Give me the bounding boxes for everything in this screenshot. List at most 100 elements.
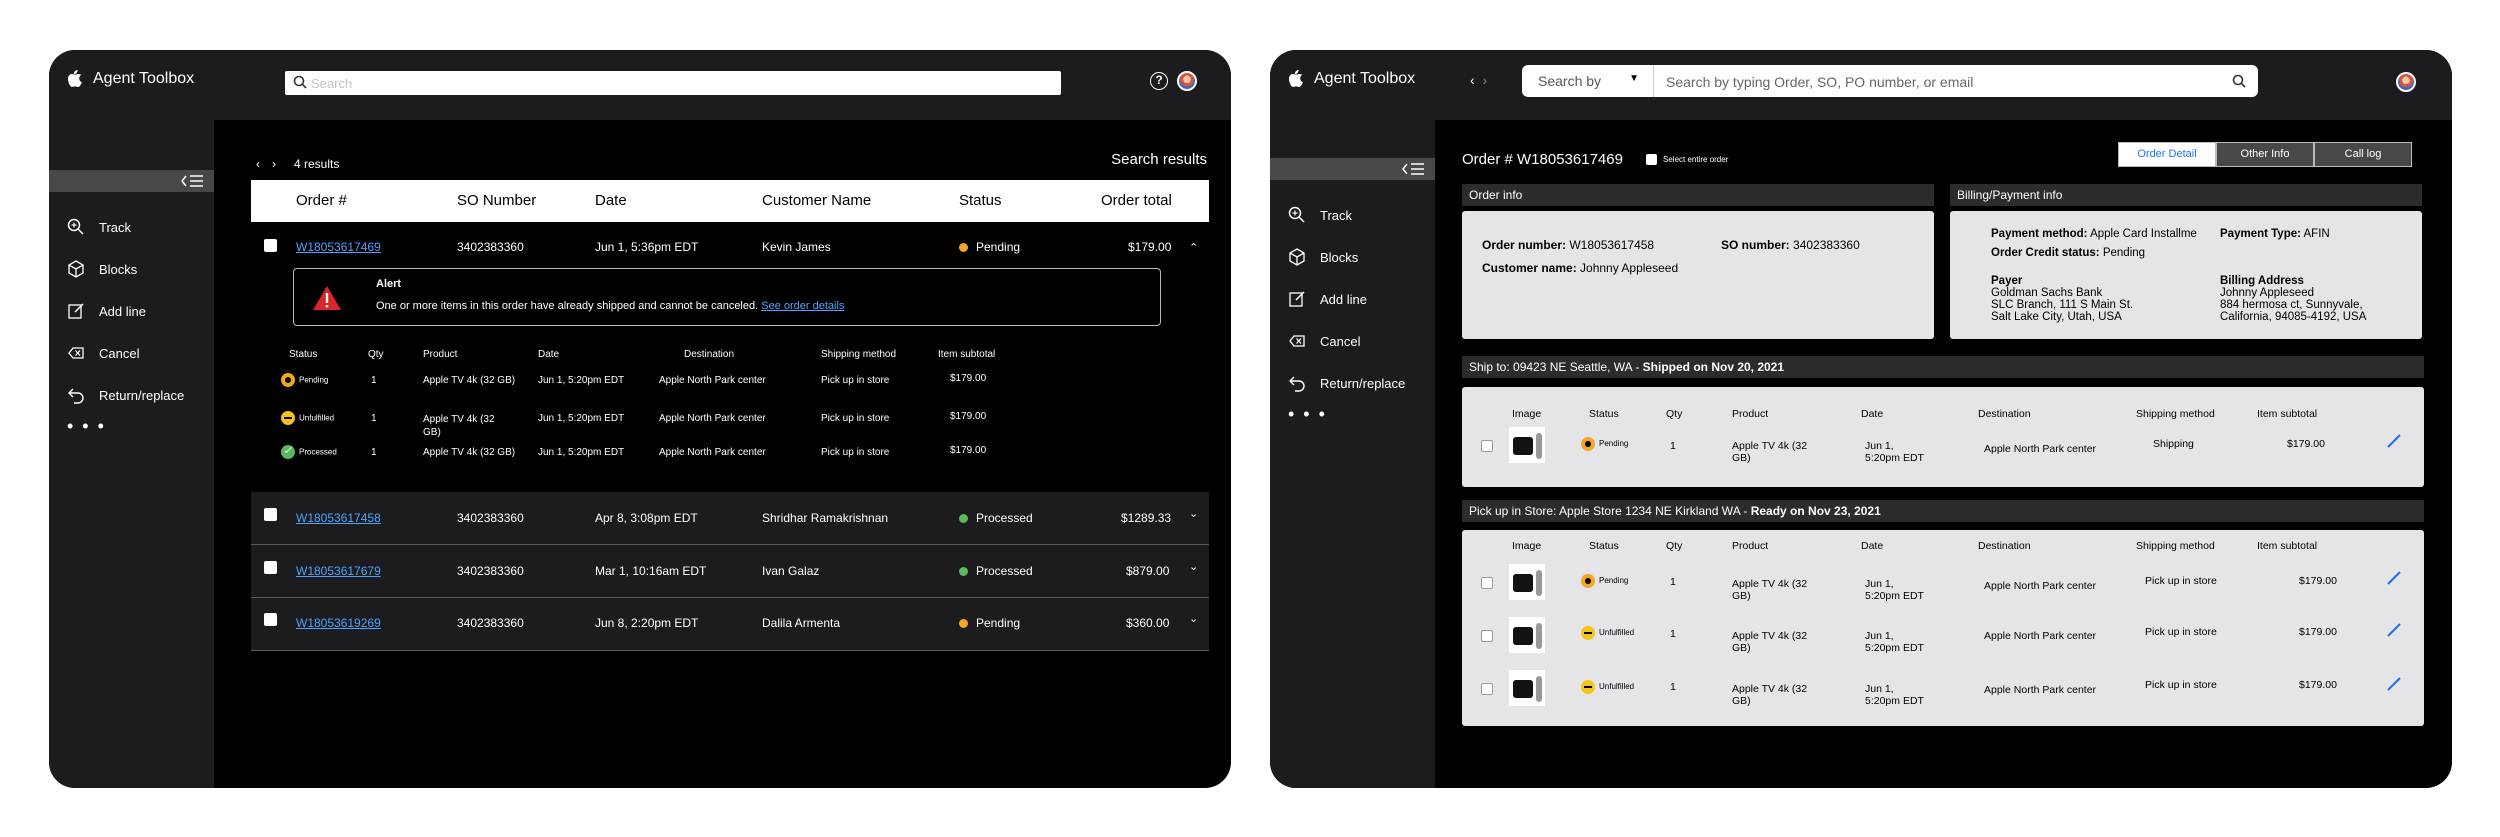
credit-label: Order Credit status: [1991, 247, 2100, 259]
line-qty: 1 [371, 375, 377, 386]
select-all-checkbox[interactable] [1646, 154, 1657, 165]
nav-add-line[interactable]: Add line [1270, 278, 1435, 320]
pagination: ‹ › 4 results [256, 157, 339, 171]
edit-pencil-icon[interactable] [2386, 433, 2402, 449]
select-entire-order[interactable]: Select entire order [1646, 154, 1728, 165]
warning-icon [313, 286, 341, 310]
line-item-row[interactable]: Unfulfilled 1 Apple TV 4k (32 GB) Jun 1,… [281, 409, 1189, 438]
order-link[interactable]: W18053619269 [296, 616, 381, 630]
item-date: Jun 1, 5:20pm EDT [1865, 578, 1924, 602]
row-checkbox[interactable] [264, 239, 277, 252]
item-checkbox[interactable] [1481, 577, 1493, 589]
line-date: Jun 1, 5:20pm EDT [538, 447, 625, 458]
edit-pencil-icon[interactable] [2386, 676, 2402, 692]
help-icon[interactable]: ? [1150, 72, 1168, 90]
see-order-details-link[interactable]: See order details [761, 300, 844, 312]
avatar[interactable] [2396, 72, 2416, 92]
search-input[interactable]: Search [285, 71, 1061, 95]
pickup-items-panel: Image Status Qty Product Date Destinatio… [1462, 530, 2424, 726]
nav-cancel[interactable]: Cancel [1270, 320, 1435, 362]
app-title: Agent Toolbox [93, 70, 195, 87]
nav-blocks[interactable]: Blocks [49, 248, 214, 290]
chevron-up-icon[interactable]: ⌃ [1189, 241, 1198, 254]
avatar[interactable] [1177, 71, 1197, 91]
item-checkbox[interactable] [1481, 630, 1493, 642]
item-qty: 1 [1670, 440, 1676, 452]
more-menu-icon[interactable]: • • • [1270, 404, 1435, 425]
edit-pencil-icon[interactable] [2386, 622, 2402, 638]
order-link[interactable]: W18053617458 [296, 511, 381, 525]
line-item-row[interactable]: Pending 1 Apple TV 4k (32 GB) Jun 1, 5:2… [281, 373, 1189, 393]
row-checkbox[interactable] [264, 613, 277, 626]
search-magnify-icon [1288, 206, 1305, 223]
col-shipping: Shipping method [2136, 540, 2215, 552]
item-date: Jun 1, 5:20pm EDT [1865, 440, 1924, 464]
sub-col-product: Product [423, 349, 458, 360]
line-subtotal: $179.00 [950, 445, 987, 456]
nav-cancel[interactable]: Cancel [49, 332, 214, 374]
back-icon[interactable]: ‹ [1470, 72, 1475, 88]
item-qty: 1 [1670, 576, 1676, 588]
order-total: $879.00 [1126, 564, 1170, 578]
so-number: 3402383360 [457, 616, 524, 630]
row-checkbox[interactable] [264, 508, 277, 521]
chevron-down-icon[interactable]: ⌄ [1189, 612, 1198, 625]
top-bar: Agent Toolbox Search ? [49, 50, 1231, 120]
item-checkbox[interactable] [1481, 683, 1493, 695]
order-link[interactable]: W18053617679 [296, 564, 381, 578]
ship-header-status: Shipped on Nov 20, 2021 [1642, 360, 1785, 374]
line-status: Unfulfilled [281, 411, 334, 425]
sub-col-shipping: Shipping method [821, 349, 897, 360]
prev-page-icon[interactable]: ‹ [256, 157, 260, 171]
line-product: Apple TV 4k (32 GB) [423, 375, 516, 386]
nav-track[interactable]: Track [49, 206, 214, 248]
brand[interactable]: Agent Toolbox [67, 70, 194, 88]
chevron-down-icon[interactable]: ⌄ [1189, 507, 1198, 520]
nav-return-replace[interactable]: Return/replace [1270, 362, 1435, 404]
line-date: Jun 1, 5:20pm EDT [538, 375, 625, 386]
item-shipping: Pick up in store [2145, 679, 2217, 691]
more-menu-icon[interactable]: • • • [49, 416, 214, 437]
nav-blocks[interactable]: Blocks [1270, 236, 1435, 278]
edit-pencil-icon[interactable] [2386, 570, 2402, 586]
billing-panel: Payment method: Apple Card Installme Pay… [1950, 211, 2422, 339]
chevron-down-icon[interactable]: ⌄ [1189, 560, 1198, 573]
payment-type-value: AFIN [2303, 228, 2330, 240]
tab-call-log[interactable]: Call log [2314, 142, 2412, 167]
search-by-dropdown[interactable]: Search by ▼ [1522, 65, 1654, 97]
line-qty: 1 [371, 413, 377, 424]
item-product: Apple TV 4k (32 GB) [1732, 440, 1808, 464]
nav-track[interactable]: Track [1270, 194, 1435, 236]
forward-icon[interactable]: › [1482, 72, 1487, 88]
so-number: 3402383360 [457, 564, 524, 578]
tab-order-detail[interactable]: Order Detail [2118, 142, 2216, 167]
order-link[interactable]: W18053617469 [296, 240, 381, 254]
pickup-header-status: Ready on Nov 23, 2021 [1750, 504, 1881, 518]
item-status: Pending [1581, 574, 1628, 588]
order-date: Apr 8, 3:08pm EDT [595, 511, 698, 525]
nav-label: Blocks [1320, 249, 1359, 265]
pending-icon [281, 373, 295, 387]
tab-other-info[interactable]: Other Info [2216, 142, 2314, 167]
col-status: Status [1589, 540, 1619, 552]
cube-icon [1289, 248, 1305, 266]
row-checkbox[interactable] [264, 561, 277, 574]
billing-line: California, 94085-4192, USA [2220, 311, 2367, 323]
so-number: SO number: 3402383360 [1721, 238, 1860, 252]
billing-address-block: Billing Address Johnny Appleseed 884 her… [2220, 275, 2366, 323]
nav-label: Return/replace [1320, 375, 1406, 391]
collapse-menu-icon [1402, 163, 1424, 175]
sidebar-collapse-button[interactable] [1270, 158, 1435, 180]
search-input[interactable]: Search by typing Order, SO, PO number, o… [1654, 65, 2258, 97]
item-subtotal: $179.00 [2299, 575, 2337, 587]
sidebar-collapse-button[interactable] [49, 170, 214, 192]
col-date: Date [1861, 408, 1884, 420]
nav-add-line[interactable]: Add line [49, 290, 214, 332]
col-subtotal: Item subtotal [2257, 540, 2318, 552]
nav-return-replace[interactable]: Return/replace [49, 374, 214, 416]
chevron-down-icon: ▼ [1629, 73, 1639, 84]
next-page-icon[interactable]: › [272, 157, 276, 171]
line-item-row[interactable]: Processed 1 Apple TV 4k (32 GB) Jun 1, 5… [281, 444, 1189, 465]
brand[interactable]: Agent Toolbox [1288, 70, 1415, 88]
item-checkbox[interactable] [1481, 440, 1493, 452]
